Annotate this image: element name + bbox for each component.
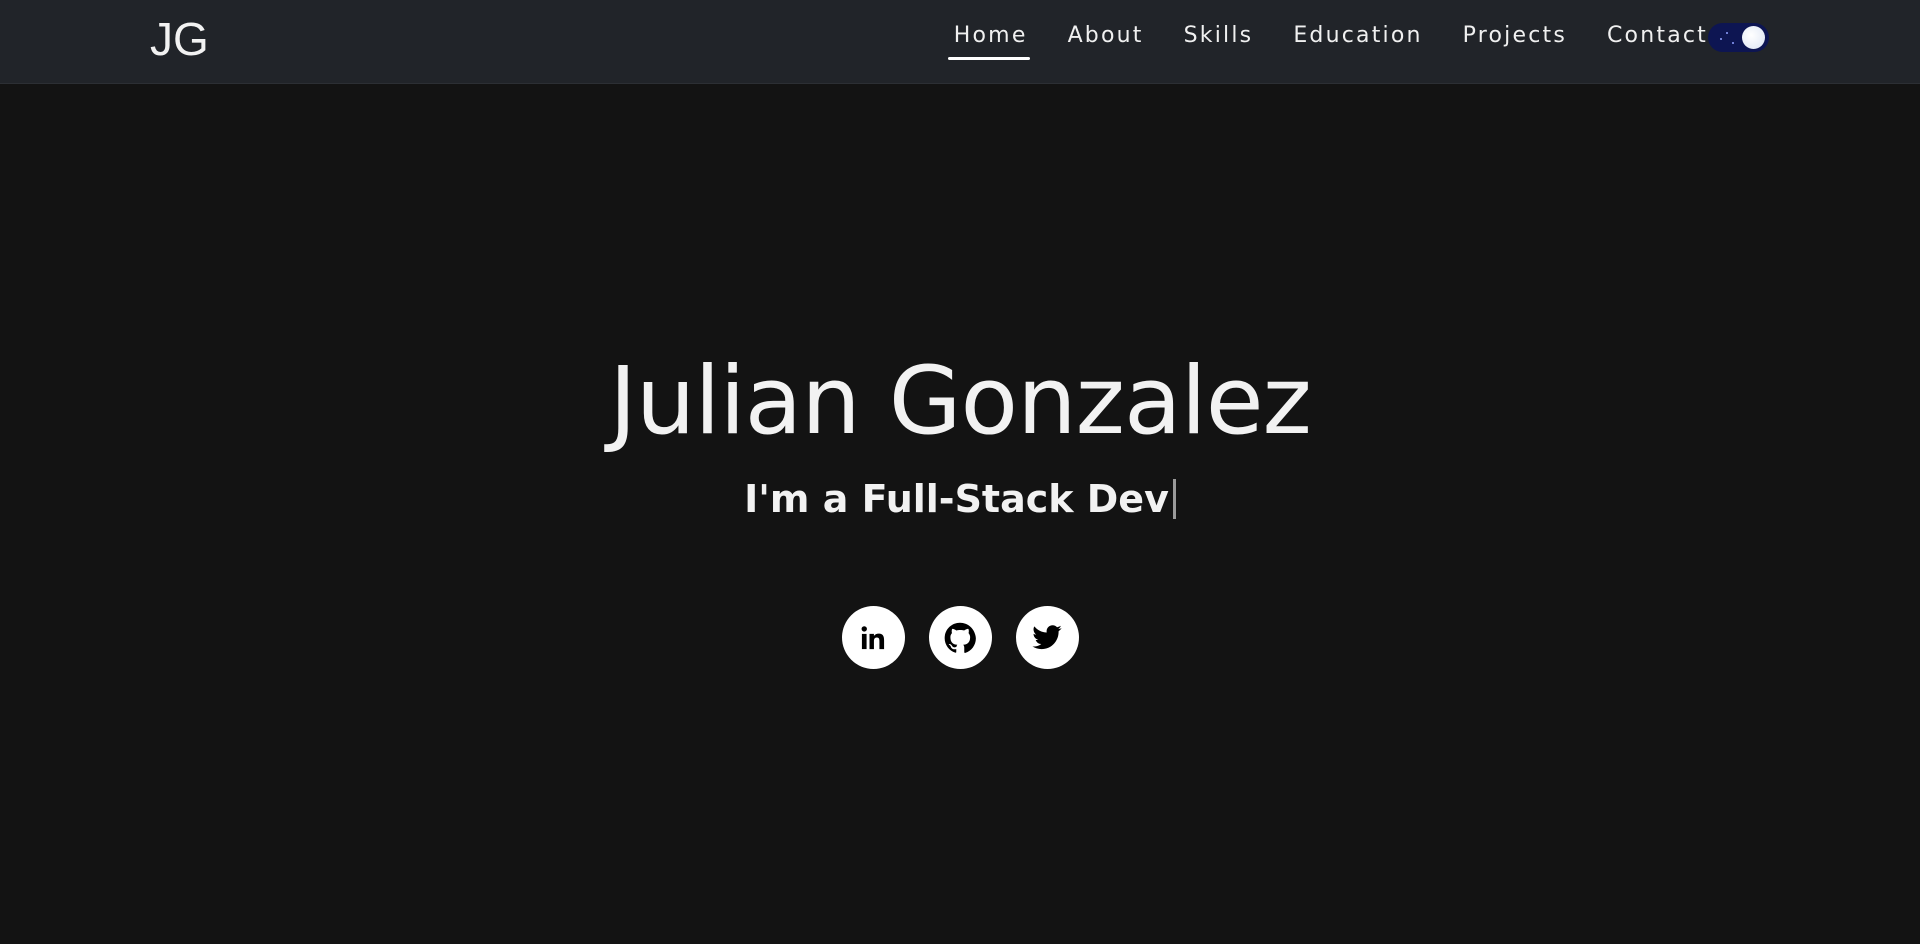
linkedin-icon [859, 624, 887, 652]
hero-subtitle-role: Full-Stack Dev [861, 477, 1169, 521]
nav-link-skills[interactable]: Skills [1184, 20, 1254, 52]
star-icon [1732, 42, 1734, 44]
github-button[interactable] [928, 606, 992, 669]
nav-link-home[interactable]: Home [947, 20, 1030, 60]
nav-link-contact[interactable]: Contact [1607, 20, 1708, 52]
twitter-button[interactable] [1015, 606, 1079, 669]
star-icon [1726, 32, 1728, 34]
hero-name: Julian Gonzalez [609, 347, 1312, 456]
theme-toggle[interactable] [1708, 23, 1769, 52]
hero-subtitle: I'm a Full-Stack Dev [0, 474, 1920, 524]
social-links [0, 606, 1920, 669]
star-icon [1720, 38, 1722, 40]
nav-link-education[interactable]: Education [1293, 20, 1422, 52]
hero-subtitle-prefix: I'm a [744, 477, 862, 521]
github-icon [944, 622, 976, 654]
linkedin-button[interactable] [841, 606, 905, 669]
twitter-icon [1031, 622, 1063, 654]
moon-icon [1742, 26, 1765, 49]
nav-links: Home About Skills Education Projects Con… [914, 20, 1708, 60]
typing-cursor [1172, 479, 1176, 519]
navbar: JG Home About Skills Education Projects … [0, 0, 1920, 84]
nav-link-about[interactable]: About [1068, 20, 1144, 52]
nav-link-projects[interactable]: Projects [1463, 20, 1567, 52]
logo[interactable]: JG [150, 14, 209, 64]
